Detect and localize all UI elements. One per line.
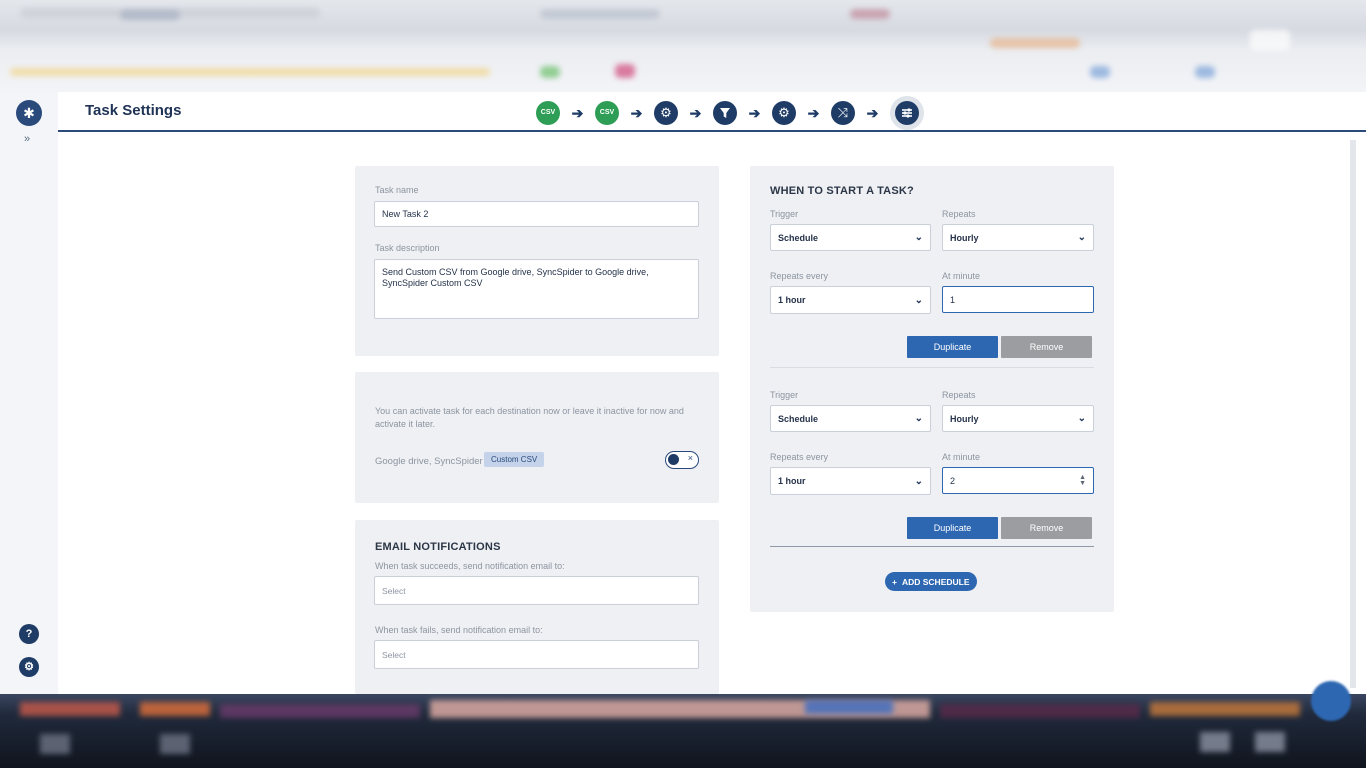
email-notifications-title: EMAIL NOTIFICATIONS bbox=[375, 541, 501, 553]
source-csv-step-icon[interactable]: CSV bbox=[536, 101, 560, 125]
repeats-select[interactable]: Hourly ⌄ bbox=[942, 405, 1094, 432]
repeats-every-select[interactable]: 1 hour ⌄ bbox=[770, 467, 931, 495]
trigger-value: Schedule bbox=[778, 413, 819, 424]
trigger-label: Trigger bbox=[770, 209, 799, 219]
task-name-label: Task name bbox=[375, 185, 419, 195]
activation-toggle[interactable]: × bbox=[665, 451, 699, 469]
expand-sidebar-icon[interactable]: » bbox=[24, 133, 30, 145]
destination-name: Google drive, SyncSpider bbox=[375, 456, 483, 467]
schedule-panel: WHEN TO START A TASK? Trigger Repeats Sc… bbox=[750, 166, 1114, 612]
chevron-down-icon: ⌄ bbox=[914, 475, 923, 487]
plus-icon: + bbox=[892, 576, 897, 587]
left-sidebar bbox=[0, 92, 58, 698]
task-description-textarea[interactable]: Send Custom CSV from Google drive, SyncS… bbox=[374, 259, 699, 319]
repeats-every-select[interactable]: 1 hour ⌄ bbox=[770, 286, 931, 314]
success-email-select[interactable]: Select bbox=[374, 576, 699, 605]
repeats-every-value: 1 hour bbox=[778, 476, 806, 486]
chat-support-icon[interactable] bbox=[1311, 681, 1351, 721]
help-icon[interactable]: ? bbox=[19, 624, 39, 644]
add-schedule-button[interactable]: + ADD SCHEDULE bbox=[885, 572, 977, 591]
shuffle-step-icon[interactable]: ⤨ bbox=[831, 101, 855, 125]
settings-icon[interactable]: ⚙ bbox=[19, 657, 39, 677]
sliders-icon bbox=[895, 101, 919, 125]
schedule-divider bbox=[770, 546, 1094, 547]
repeats-label: Repeats bbox=[942, 209, 976, 219]
activation-panel: You can activate task for each destinati… bbox=[355, 372, 719, 503]
at-minute-label: At minute bbox=[942, 452, 981, 462]
chevron-down-icon: ⌄ bbox=[914, 294, 923, 306]
task-details-panel: Task name New Task 2 Task description Se… bbox=[355, 166, 719, 356]
repeats-label: Repeats bbox=[942, 390, 976, 400]
remove-button[interactable]: Remove bbox=[1001, 517, 1092, 539]
chevron-down-icon: ⌄ bbox=[1077, 413, 1086, 424]
failure-email-label: When task fails, send notification email… bbox=[375, 625, 543, 635]
remove-button[interactable]: Remove bbox=[1001, 336, 1092, 358]
destination-tag: Custom CSV bbox=[484, 452, 545, 467]
trigger-label: Trigger bbox=[770, 390, 799, 400]
destination-csv-step-icon[interactable]: CSV bbox=[595, 101, 619, 125]
filter-step-icon[interactable] bbox=[713, 101, 737, 125]
logo-icon[interactable]: ✱ bbox=[16, 100, 42, 126]
task-name-input[interactable]: New Task 2 bbox=[374, 201, 699, 227]
trigger-select[interactable]: Schedule ⌄ bbox=[770, 405, 931, 432]
arrow-right-icon: ➔ bbox=[748, 104, 761, 121]
repeats-every-label: Repeats every bbox=[770, 271, 829, 281]
trigger-select[interactable]: Schedule ⌄ bbox=[770, 224, 931, 251]
repeats-select[interactable]: Hourly ⌄ bbox=[942, 224, 1094, 251]
chevron-down-icon: ⌄ bbox=[914, 413, 923, 424]
duplicate-button[interactable]: Duplicate bbox=[907, 336, 998, 358]
browser-chrome bbox=[0, 0, 1366, 92]
schedule-title: WHEN TO START A TASK? bbox=[770, 185, 914, 197]
trigger-value: Schedule bbox=[778, 232, 819, 243]
failure-email-select[interactable]: Select bbox=[374, 640, 699, 669]
page-title: Task Settings bbox=[85, 102, 182, 119]
chevron-down-icon: ⌄ bbox=[1077, 232, 1086, 243]
sliders-step-active[interactable] bbox=[890, 96, 924, 130]
toggle-knob bbox=[668, 454, 679, 465]
repeats-every-label: Repeats every bbox=[770, 452, 829, 462]
gear-step-icon[interactable]: ⚙ bbox=[654, 101, 678, 125]
page-header: Task Settings CSV ➔ CSV ➔ ⚙ ➔ ➔ ⚙ ➔ ⤨ ➔ bbox=[58, 92, 1366, 132]
page-scrollbar[interactable] bbox=[1350, 140, 1356, 688]
repeats-value: Hourly bbox=[950, 413, 979, 424]
at-minute-input[interactable]: 2 ▲ ▼ bbox=[942, 467, 1094, 494]
activation-help-text: You can activate task for each destinati… bbox=[375, 406, 684, 429]
stepper-icon[interactable]: ▲ ▼ bbox=[1079, 474, 1086, 487]
repeats-every-value: 1 hour bbox=[778, 295, 806, 305]
at-minute-label: At minute bbox=[942, 271, 981, 281]
at-minute-value: 2 bbox=[950, 475, 956, 486]
email-notifications-panel: EMAIL NOTIFICATIONS When task succeeds, … bbox=[355, 520, 719, 694]
arrow-right-icon: ➔ bbox=[571, 104, 584, 121]
task-steps: CSV ➔ CSV ➔ ⚙ ➔ ➔ ⚙ ➔ ⤨ ➔ bbox=[536, 96, 924, 130]
arrow-right-icon: ➔ bbox=[807, 104, 820, 121]
schedule-divider bbox=[770, 367, 1094, 368]
arrow-right-icon: ➔ bbox=[630, 104, 643, 121]
close-icon: × bbox=[687, 453, 693, 463]
chevron-down-icon: ⌄ bbox=[914, 232, 923, 243]
duplicate-button[interactable]: Duplicate bbox=[907, 517, 998, 539]
add-schedule-label: ADD SCHEDULE bbox=[901, 576, 970, 587]
gear-step-icon[interactable]: ⚙ bbox=[772, 101, 796, 125]
arrow-right-icon: ➔ bbox=[866, 104, 879, 121]
repeats-value: Hourly bbox=[950, 232, 979, 243]
task-description-label: Task description bbox=[375, 243, 440, 253]
success-email-label: When task succeeds, send notification em… bbox=[375, 561, 565, 571]
os-taskbar bbox=[0, 694, 1366, 768]
at-minute-input[interactable]: 1 bbox=[942, 286, 1094, 313]
arrow-right-icon: ➔ bbox=[689, 104, 702, 121]
